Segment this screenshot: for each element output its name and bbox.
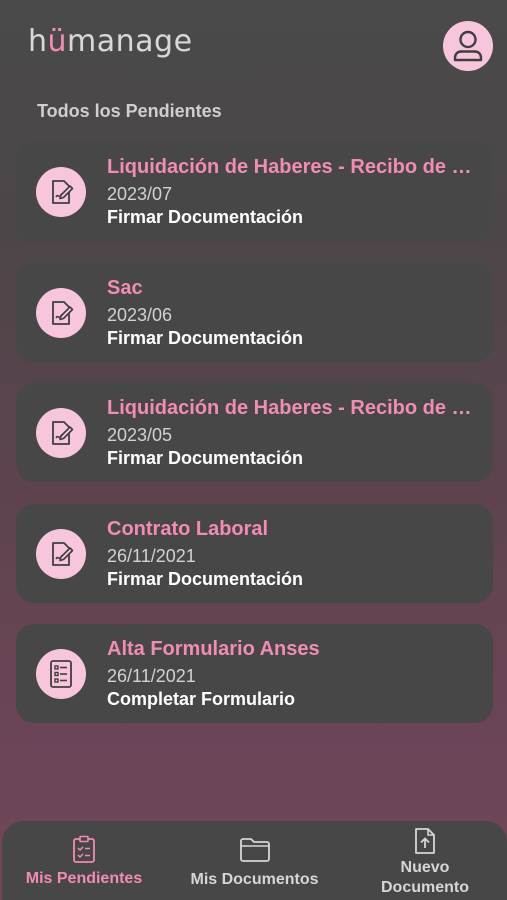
pendiente-date: 2023/07: [107, 184, 173, 204]
user-icon: [453, 30, 483, 62]
pendiente-date: 26/11/2021: [107, 666, 196, 686]
pendiente-action: Firmar Documentación: [107, 448, 304, 468]
pendiente-action: Firmar Documentación: [107, 327, 304, 348]
bottom-navigation: Mis Pendientes Mis Documentos Nuevo Docu…: [2, 821, 507, 900]
sign-document-icon: [36, 167, 86, 217]
sign-document-icon: [36, 408, 86, 458]
form-checklist-icon: [36, 649, 86, 699]
nav-mis-documentos[interactable]: Mis Documentos: [182, 821, 327, 900]
profile-avatar-button[interactable]: [443, 21, 493, 71]
nav-label: Nuevo Documento: [381, 859, 469, 896]
pendiente-card[interactable]: Contrato Laboral 26/11/2021 Firmar Docum…: [16, 503, 493, 603]
pendiente-action: Firmar Documentación: [107, 568, 304, 589]
pendiente-title: Liquidación de Haberes - Recibo de Sueld…: [107, 156, 472, 178]
pendiente-card[interactable]: Liquidación de Haberes - Recibo de Sueld…: [16, 142, 493, 241]
pendiente-action: Completar Formulario: [107, 689, 296, 709]
section-title: Todos los Pendientes: [37, 101, 222, 121]
humanage-logo: hümanage: [28, 24, 193, 59]
nav-mis-pendientes[interactable]: Mis Pendientes: [14, 821, 154, 900]
pendiente-card[interactable]: Sac 2023/06 Firmar Documentación: [16, 262, 493, 362]
sign-document-icon: [36, 528, 86, 579]
pendiente-card[interactable]: Alta Formulario Anses 26/11/2021 Complet…: [16, 624, 493, 723]
nav-nuevo-documento[interactable]: Nuevo Documento: [370, 821, 480, 900]
app-header: hümanage: [0, 0, 507, 96]
pendiente-title: Alta Formulario Anses: [107, 638, 320, 660]
nav-label: Mis Documentos: [190, 871, 319, 888]
pendiente-date: 2023/05: [107, 425, 173, 445]
pendiente-title: Sac: [107, 276, 143, 299]
pendiente-date: 2023/06: [107, 304, 173, 325]
upload-file-icon: [415, 828, 435, 854]
pendientes-list: Liquidación de Haberes - Recibo de Sueld…: [16, 142, 493, 745]
pendiente-action: Firmar Documentación: [107, 207, 304, 227]
nav-label: Mis Pendientes: [25, 870, 143, 887]
pendiente-card[interactable]: Liquidación de Haberes - Recibo de Sueld…: [16, 383, 493, 482]
pendiente-title: Contrato Laboral: [107, 517, 269, 540]
pendiente-date: 26/11/2021: [107, 545, 196, 566]
sign-document-icon: [36, 287, 86, 338]
folder-icon: [239, 838, 270, 862]
pendiente-title: Liquidación de Haberes - Recibo de Sueld…: [107, 397, 472, 419]
clipboard-check-icon: [73, 835, 95, 863]
